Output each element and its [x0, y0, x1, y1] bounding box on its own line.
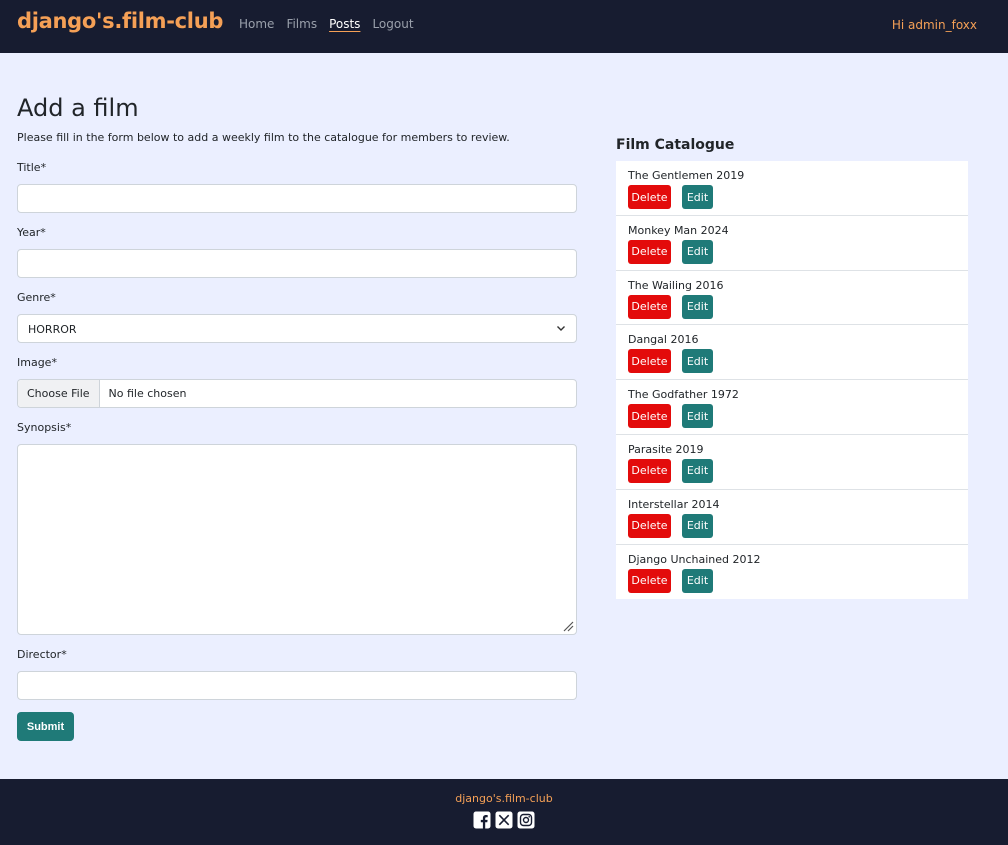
film-name: Django Unchained 2012 [628, 552, 761, 566]
film-list-item: The Godfather 1972 Delete Edit [616, 380, 968, 435]
edit-button[interactable]: Edit [682, 349, 713, 374]
nav-link-home[interactable]: Home [239, 17, 274, 31]
image-file-input[interactable]: Choose File No file chosen [17, 379, 577, 408]
nav-link-films[interactable]: Films [286, 17, 317, 31]
title-input[interactable] [17, 184, 577, 213]
x-twitter-icon[interactable] [495, 811, 513, 829]
page-title: Add a film [17, 94, 139, 122]
delete-button[interactable]: Delete [628, 185, 671, 209]
delete-button[interactable]: Delete [628, 458, 671, 483]
film-name: The Godfather 1972 [628, 388, 739, 402]
film-list-item: The Wailing 2016 Delete Edit [616, 271, 968, 326]
resize-handle-icon[interactable] [563, 621, 574, 632]
social-links [473, 811, 535, 829]
edit-button[interactable]: Edit [682, 404, 713, 429]
genre-select[interactable]: HORROR [17, 314, 577, 343]
genre-label: Genre* [17, 291, 56, 304]
delete-button[interactable]: Delete [628, 568, 671, 593]
film-list-item: Parasite 2019 Delete Edit [616, 435, 968, 490]
user-greeting: Hi admin_foxx [891, 18, 977, 32]
film-list-item: Django Unchained 2012 Delete Edit [616, 545, 968, 600]
delete-button[interactable]: Delete [628, 513, 671, 538]
year-input[interactable] [17, 249, 577, 278]
film-list-item: The Gentlemen 2019 Delete Edit [616, 161, 968, 216]
catalogue-title: Film Catalogue [616, 137, 735, 153]
image-label: Image* [17, 356, 57, 369]
delete-button[interactable]: Delete [628, 294, 671, 319]
footer: django's.film-club [0, 779, 1008, 845]
edit-button[interactable]: Edit [682, 458, 713, 483]
synopsis-label: Synopsis* [17, 421, 72, 434]
film-list-item: Monkey Man 2024 Delete Edit [616, 216, 968, 271]
edit-button[interactable]: Edit [682, 513, 713, 538]
file-status-text: No file chosen [108, 387, 187, 400]
navbar: django's.film-club Home Films Posts Logo… [0, 0, 1008, 53]
edit-button[interactable]: Edit [682, 185, 713, 209]
title-label: Title* [17, 161, 47, 174]
nav-link-posts[interactable]: Posts [329, 17, 360, 31]
film-name: The Wailing 2016 [628, 278, 724, 292]
nav-links: Home Films Posts Logout [239, 17, 426, 31]
director-label: Director* [17, 648, 67, 661]
submit-button[interactable]: Submit [17, 712, 74, 741]
facebook-icon[interactable] [473, 811, 491, 829]
chevron-down-icon [557, 326, 565, 331]
delete-button[interactable]: Delete [628, 349, 671, 374]
edit-button[interactable]: Edit [682, 239, 713, 264]
synopsis-textarea[interactable] [17, 444, 577, 635]
film-name: Dangal 2016 [628, 333, 699, 347]
choose-file-button[interactable]: Choose File [18, 380, 100, 407]
film-name: Interstellar 2014 [628, 497, 720, 511]
film-name: Monkey Man 2024 [628, 223, 729, 237]
delete-button[interactable]: Delete [628, 239, 671, 264]
film-catalogue-list: The Gentlemen 2019 Delete Edit Monkey Man 2… [616, 161, 968, 600]
edit-button[interactable]: Edit [682, 294, 713, 319]
year-label: Year* [17, 226, 46, 239]
genre-selected-value: HORROR [28, 323, 77, 336]
brand-logo[interactable]: django's.film-club [17, 9, 223, 33]
footer-brand: django's.film-club [455, 792, 553, 805]
nav-link-logout[interactable]: Logout [372, 17, 413, 31]
instagram-icon[interactable] [517, 811, 535, 829]
film-name: The Gentlemen 2019 [628, 169, 745, 182]
director-input[interactable] [17, 671, 577, 700]
form-intro: Please fill in the form below to add a w… [17, 131, 510, 144]
film-list-item: Interstellar 2014 Delete Edit [616, 490, 968, 545]
edit-button[interactable]: Edit [682, 568, 713, 593]
film-list-item: Dangal 2016 Delete Edit [616, 325, 968, 381]
film-name: Parasite 2019 [628, 442, 704, 456]
delete-button[interactable]: Delete [628, 404, 671, 429]
